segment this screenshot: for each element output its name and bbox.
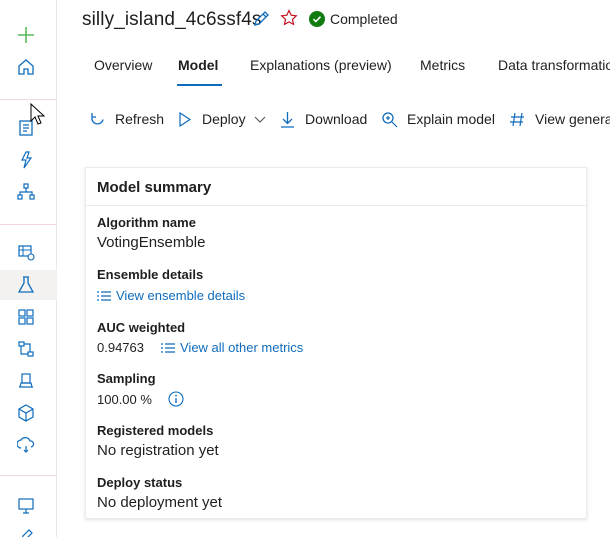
list-icon [161,342,175,353]
view-ensemble-details-text: View ensemble details [116,288,246,303]
datastores-icon[interactable] [14,433,38,457]
run-title: silly_island_4c6ssf4s [82,9,262,30]
ensemble-details-label: Ensemble details [97,267,204,282]
mouse-cursor-icon [30,103,46,125]
info-icon[interactable] [168,391,184,407]
view-generated-code-button[interactable]: View genera [509,109,610,129]
designer-icon[interactable] [14,180,38,204]
compute-icon[interactable] [14,401,38,425]
pipelines-icon[interactable] [14,305,38,329]
card-divider [86,205,586,206]
completed-check-icon [309,11,325,27]
view-all-metrics-text: View all other metrics [180,340,304,355]
deploy-button[interactable]: Deploy [176,109,266,129]
download-label: Download [305,111,368,127]
refresh-button[interactable]: Refresh [89,109,164,129]
explain-model-label: Explain model [407,111,495,127]
play-icon [179,111,192,127]
algorithm-name-value: VotingEnsemble [97,234,206,251]
refresh-label: Refresh [115,111,165,127]
tab-model[interactable]: Model [178,57,218,73]
tab-metrics[interactable]: Metrics [420,57,465,73]
home-icon[interactable] [14,55,38,79]
plus-icon[interactable] [14,23,38,47]
refresh-icon [91,112,104,125]
download-button[interactable]: Download [279,109,367,129]
deploy-label: Deploy [202,111,246,127]
card-title: Model summary [97,179,212,196]
pen-icon[interactable] [14,525,38,537]
models-icon[interactable] [14,337,38,361]
download-icon [281,111,294,128]
hashtag-icon [510,112,524,126]
deploy-status-label: Deploy status [97,475,183,490]
view-generated-label: View genera [535,111,610,127]
registered-models-label: Registered models [97,423,214,438]
sampling-value: 100.00 % [97,392,152,407]
auc-weighted-value: 0.94763 [97,340,144,355]
active-tab-indicator [177,84,222,86]
rail-divider [0,224,57,225]
registered-models-value: No registration yet [97,442,219,459]
tab-data-transformation[interactable]: Data transformatio [498,57,610,73]
favorite-star-icon[interactable] [280,9,298,27]
sampling-label: Sampling [97,371,156,386]
model-summary-card: Model summary Algorithm name VotingEnsem… [85,167,587,519]
tab-overview[interactable]: Overview [94,57,152,73]
left-nav-rail [0,0,57,537]
workspace-icon[interactable] [14,494,38,518]
run-status: Completed [330,11,398,27]
tab-explanations[interactable]: Explanations (preview) [250,57,392,73]
endpoints-icon[interactable] [14,369,38,393]
view-all-metrics-link[interactable]: View all other metrics [161,340,303,355]
list-icon [97,290,111,301]
deploy-status-value: No deployment yet [97,494,223,511]
rail-divider [0,475,57,476]
rail-divider [0,99,57,100]
datasets-icon[interactable] [14,240,38,264]
automl-icon[interactable] [14,148,38,172]
explain-model-button[interactable]: Explain model [381,109,495,129]
view-ensemble-details-link[interactable]: View ensemble details [97,288,245,303]
chevron-down-icon [254,116,266,123]
auc-weighted-label: AUC weighted [97,320,186,335]
edit-pencil-icon[interactable] [252,10,270,28]
algorithm-name-label: Algorithm name [97,215,196,230]
experiments-icon[interactable] [14,273,38,297]
explain-search-icon [382,111,398,127]
